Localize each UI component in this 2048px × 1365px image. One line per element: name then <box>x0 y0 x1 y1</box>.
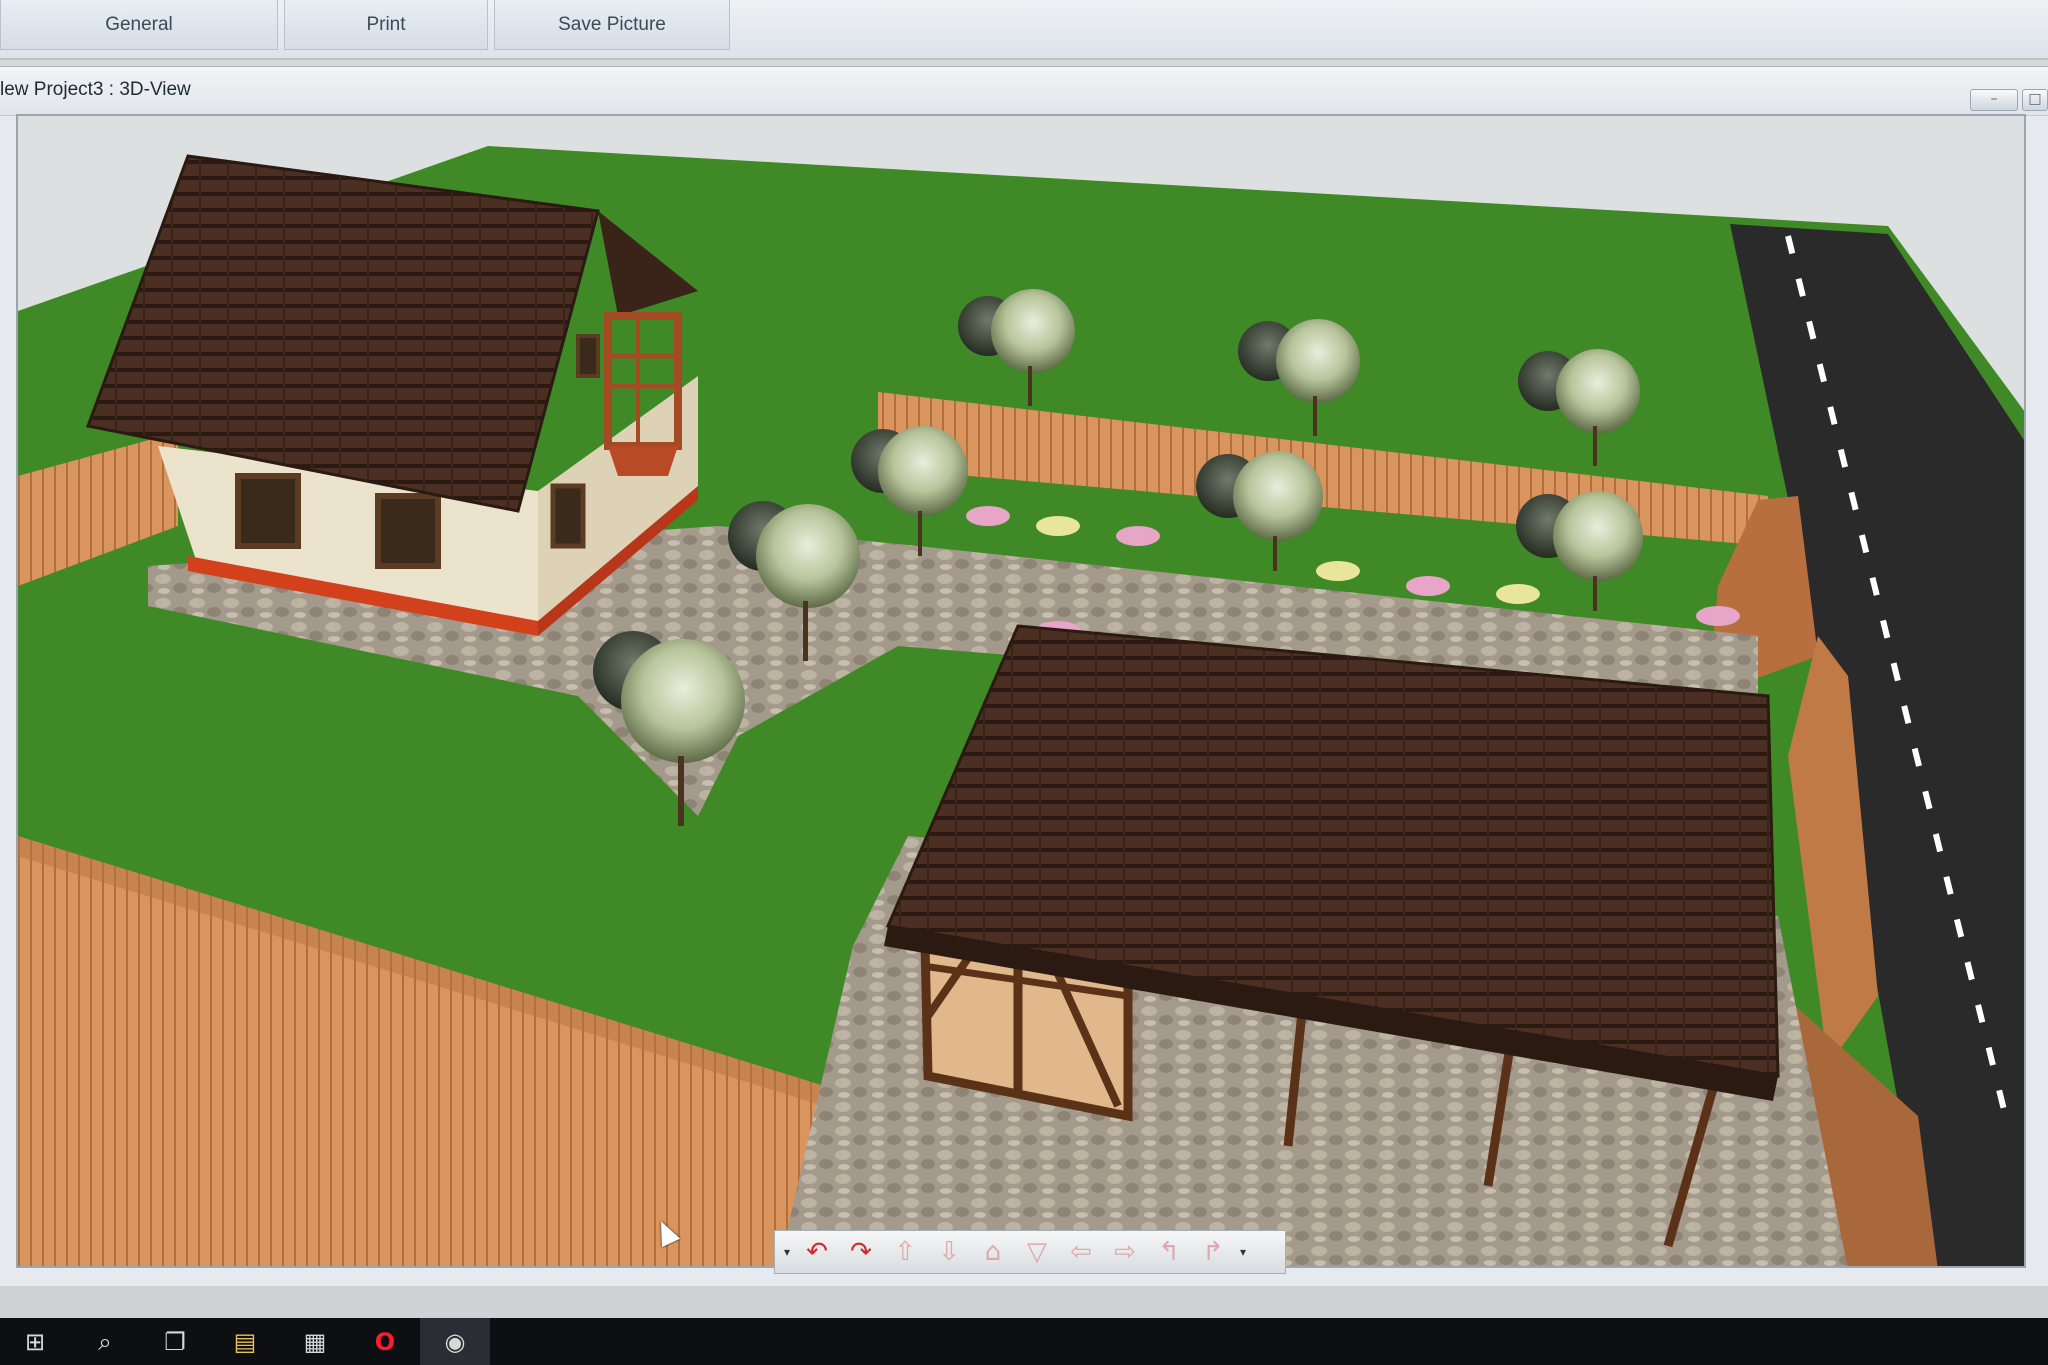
start-taskbar-button[interactable]: ⊞ <box>0 1318 70 1365</box>
minimize-button[interactable]: – <box>1970 89 2018 111</box>
tilt-up-icon: ⌂ <box>984 1237 1002 1267</box>
rotate-right-button[interactable]: ↷ <box>839 1233 883 1271</box>
search-icon: ⌕ <box>98 1327 112 1356</box>
3d-scene <box>18 116 2024 1266</box>
windows-taskbar: ⊞ ⌕ ❐ ▤ ▦ O ◉ <box>0 1318 2048 1365</box>
task-view-icon: ❐ <box>164 1327 186 1356</box>
move-up-icon: ⇧ <box>894 1237 916 1267</box>
start-icon: ⊞ <box>24 1327 46 1356</box>
tilt-up-button[interactable]: ⌂ <box>971 1233 1015 1271</box>
window-attic <box>576 334 600 378</box>
move-right-icon: ⇨ <box>1114 1237 1136 1267</box>
app-icon: ◉ <box>444 1327 466 1356</box>
chevron-down-icon: ▾ <box>783 1245 791 1259</box>
opera-taskbar-button[interactable]: O <box>350 1318 420 1365</box>
opera-icon: O <box>374 1327 396 1356</box>
app-taskbar-button[interactable]: ◉ <box>420 1318 490 1365</box>
move-up-button[interactable]: ⇧ <box>883 1233 927 1271</box>
turn-right-icon: ↱ <box>1202 1237 1224 1267</box>
rotate-left-button[interactable]: ↶ <box>795 1233 839 1271</box>
chevron-down-icon: ▾ <box>1239 1245 1247 1259</box>
rotate-right-icon: ↷ <box>850 1237 872 1267</box>
search-taskbar-button[interactable]: ⌕ <box>70 1318 140 1365</box>
file-explorer-icon: ▤ <box>233 1327 257 1356</box>
minimize-icon: – <box>1990 91 1998 107</box>
move-left-icon: ⇦ <box>1070 1237 1092 1267</box>
save-picture-button[interactable]: Save Picture <box>494 0 730 50</box>
move-down-button[interactable]: ⇩ <box>927 1233 971 1271</box>
move-down-icon: ⇩ <box>938 1237 960 1267</box>
3d-viewport[interactable] <box>16 114 2026 1268</box>
restore-icon: □ <box>2028 91 2042 107</box>
restore-button[interactable]: □ <box>2022 89 2048 111</box>
window-title: lew Project3 : 3D-View <box>0 79 191 100</box>
general-button[interactable]: General <box>0 0 278 50</box>
move-right-button[interactable]: ⇨ <box>1103 1233 1147 1271</box>
ribbon-toolbar: General Print Save Picture <box>0 0 2048 60</box>
store-icon: ▦ <box>303 1327 327 1356</box>
status-strip <box>0 1286 2048 1318</box>
camera-navigation-toolbar: ▾ ↶ ↷ ⇧ ⇩ ⌂ ▽ ⇦ ⇨ ↰ ↱ ▾ <box>774 1230 1286 1274</box>
dropdown-right-button[interactable]: ▾ <box>1235 1245 1251 1259</box>
turn-left-icon: ↰ <box>1158 1237 1180 1267</box>
tilt-down-icon: ▽ <box>1027 1237 1047 1267</box>
dropdown-left-button[interactable]: ▾ <box>779 1245 795 1259</box>
window-left <box>235 473 301 549</box>
window-side <box>550 483 586 549</box>
store-taskbar-button[interactable]: ▦ <box>280 1318 350 1365</box>
turn-right-button[interactable]: ↱ <box>1191 1233 1235 1271</box>
tilt-down-button[interactable]: ▽ <box>1015 1233 1059 1271</box>
turn-left-button[interactable]: ↰ <box>1147 1233 1191 1271</box>
window-title-bar: lew Project3 : 3D-View – □ <box>0 67 2048 116</box>
task-view-taskbar-button[interactable]: ❐ <box>140 1318 210 1365</box>
rotate-left-icon: ↶ <box>806 1237 828 1267</box>
window-middle <box>375 493 441 569</box>
file-explorer-taskbar-button[interactable]: ▤ <box>210 1318 280 1365</box>
move-left-button[interactable]: ⇦ <box>1059 1233 1103 1271</box>
print-button[interactable]: Print <box>284 0 488 50</box>
